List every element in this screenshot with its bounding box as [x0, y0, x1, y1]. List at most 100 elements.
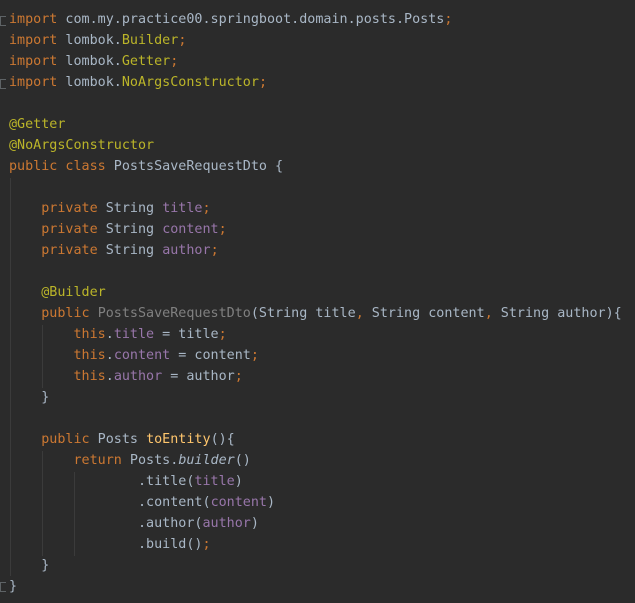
- code-token: String: [97, 222, 163, 237]
- code-token: private: [41, 222, 98, 237]
- code-token: PostsSaveRequestDto {: [105, 159, 284, 174]
- code-token: author: [162, 243, 211, 258]
- code-line[interactable]: public Posts toEntity(){: [9, 429, 235, 450]
- code-token: author: [113, 369, 163, 384]
- code-token: Posts: [89, 432, 147, 447]
- code-token: com.my.practice00.springboot.domain.post…: [57, 12, 445, 27]
- fold-marker-icon[interactable]: [0, 582, 6, 592]
- code-token: Getter: [121, 54, 171, 69]
- code-line[interactable]: @NoArgsConstructor: [9, 135, 154, 156]
- code-token: .: [105, 348, 114, 363]
- code-token: .: [105, 327, 114, 342]
- code-token: lombok.: [57, 75, 122, 90]
- code-token: ;: [218, 222, 227, 237]
- code-token: @NoArgsConstructor: [9, 138, 155, 153]
- code-line[interactable]: .title(title): [9, 471, 243, 492]
- code-token: title: [162, 201, 203, 216]
- code-token: import: [9, 12, 58, 27]
- code-line[interactable]: import com.my.practice00.springboot.doma…: [9, 9, 452, 30]
- code-token: import: [9, 54, 58, 69]
- fold-marker-icon[interactable]: [0, 16, 6, 26]
- code-token: return: [73, 453, 122, 468]
- code-line[interactable]: .author(author): [9, 513, 259, 534]
- code-token: .content(: [138, 495, 211, 510]
- code-token: lombok.: [57, 54, 122, 69]
- code-line[interactable]: public PostsSaveRequestDto(String title,…: [9, 303, 622, 324]
- code-token: = author: [162, 369, 235, 384]
- code-line[interactable]: }: [9, 555, 49, 576]
- code-token: .title(: [138, 474, 195, 489]
- code-token: author: [202, 516, 251, 531]
- code-token: NoArgsConstructor: [121, 75, 259, 90]
- code-token: }: [9, 558, 50, 573]
- code-token: PostsSaveRequestDto: [97, 306, 251, 321]
- code-token: = title: [154, 327, 219, 342]
- code-token: Builder: [121, 33, 179, 48]
- code-line[interactable]: @Getter: [9, 114, 65, 135]
- code-line[interactable]: import lombok.NoArgsConstructor;: [9, 72, 267, 93]
- code-token: ;: [202, 537, 211, 552]
- code-line[interactable]: @Builder: [9, 282, 106, 303]
- code-line[interactable]: this.title = title;: [9, 324, 227, 345]
- code-token: .author(: [138, 516, 203, 531]
- code-line[interactable]: this.author = author;: [9, 366, 243, 387]
- code-token: title: [113, 327, 155, 342]
- code-line[interactable]: private String author;: [9, 240, 219, 261]
- code-editor[interactable]: import com.my.practice00.springboot.doma…: [0, 0, 635, 603]
- code-token: public class: [9, 159, 106, 174]
- code-token: = content: [170, 348, 251, 363]
- code-line[interactable]: this.content = content;: [9, 345, 259, 366]
- code-token: ): [234, 474, 243, 489]
- code-token: ;: [234, 369, 243, 384]
- code-line[interactable]: .content(content): [9, 492, 275, 513]
- code-token: .: [105, 369, 114, 384]
- code-line[interactable]: private String title;: [9, 198, 211, 219]
- code-token: ): [250, 516, 259, 531]
- code-token: public: [41, 432, 90, 447]
- code-token: ;: [178, 33, 187, 48]
- code-token: public: [41, 306, 90, 321]
- code-token: }: [9, 390, 50, 405]
- code-token: builder: [178, 453, 235, 468]
- code-token: Posts.: [121, 453, 179, 468]
- code-token: (): [234, 453, 251, 468]
- code-token: @Getter: [9, 117, 66, 132]
- code-token: content: [162, 222, 219, 237]
- fold-marker-icon[interactable]: [0, 79, 6, 89]
- code-token: import: [9, 75, 58, 90]
- code-line[interactable]: public class PostsSaveRequestDto {: [9, 156, 283, 177]
- code-line[interactable]: import lombok.Getter;: [9, 51, 178, 72]
- code-token: this: [73, 327, 106, 342]
- code-token: ;: [202, 201, 211, 216]
- code-line[interactable]: }: [9, 387, 49, 408]
- code-token: ;: [210, 243, 219, 258]
- code-token: this: [73, 369, 106, 384]
- code-token: ,: [355, 306, 364, 321]
- code-token: ;: [444, 12, 453, 27]
- code-line[interactable]: .build();: [9, 534, 211, 555]
- code-token: content: [210, 495, 267, 510]
- code-token: import: [9, 33, 58, 48]
- code-token: ;: [258, 75, 267, 90]
- code-line[interactable]: import lombok.Builder;: [9, 30, 186, 51]
- code-line[interactable]: return Posts.builder(): [9, 450, 251, 471]
- code-line[interactable]: private String content;: [9, 219, 227, 240]
- code-token: }: [9, 579, 18, 594]
- code-token: ): [267, 495, 276, 510]
- code-token: ;: [218, 327, 227, 342]
- code-token: String content: [363, 306, 485, 321]
- code-token: toEntity: [146, 432, 211, 447]
- code-line[interactable]: }: [9, 576, 17, 597]
